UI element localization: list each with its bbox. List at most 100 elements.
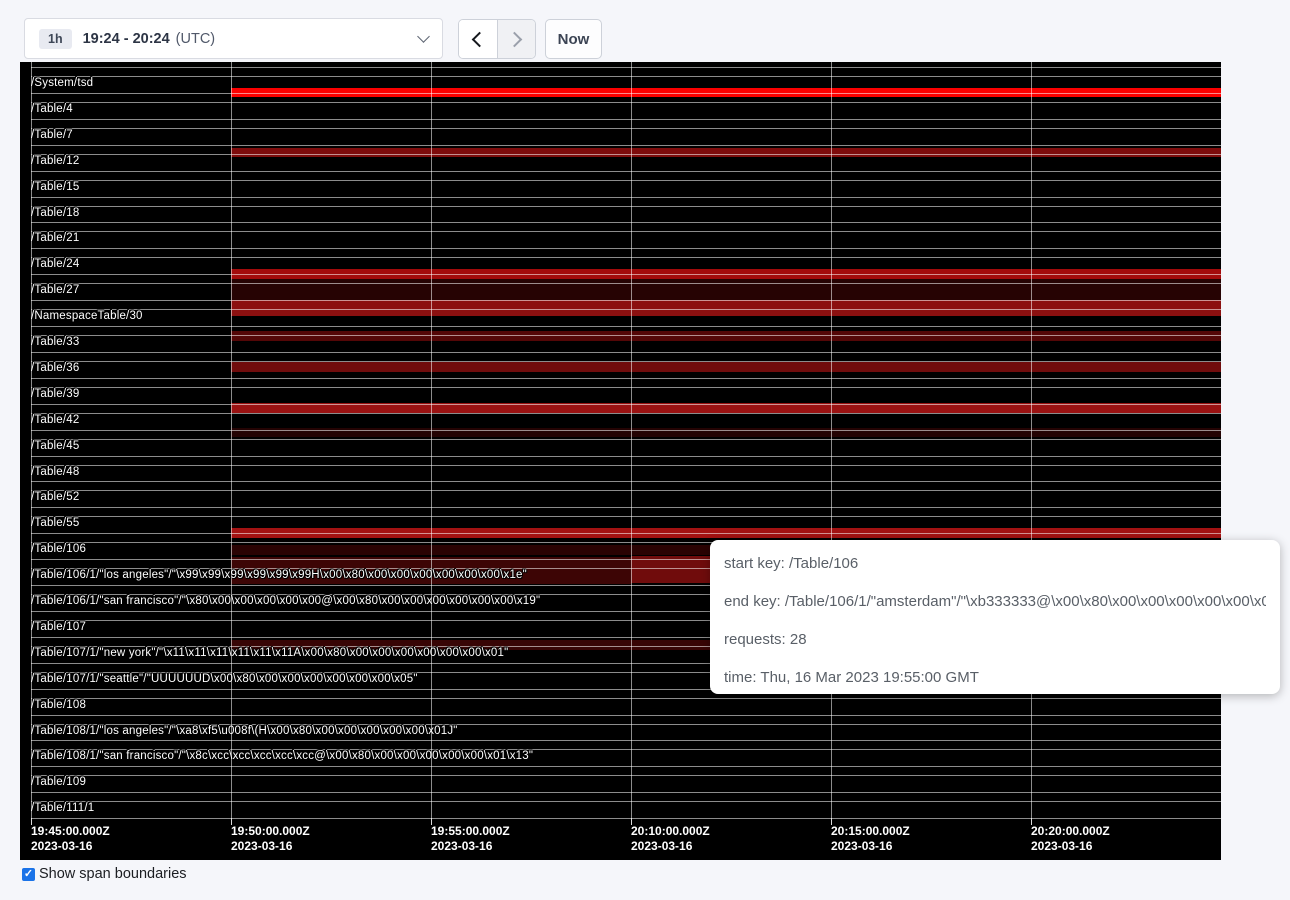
row-label: /Table/55	[31, 517, 79, 529]
span-boundary-line	[31, 361, 1221, 362]
span-boundary-line	[31, 439, 1221, 440]
chevron-down-icon	[417, 30, 430, 43]
span-boundary-line	[31, 283, 1221, 284]
range-text: 19:24 - 20:24	[83, 31, 170, 47]
span-boundary-line	[31, 378, 1221, 379]
span-boundary-line	[31, 171, 1221, 172]
span-boundary-line	[31, 300, 1221, 301]
axis-time: 19:45:00.000Z	[31, 824, 110, 839]
span-boundary-line	[31, 248, 1221, 249]
span-boundary-line	[31, 257, 1221, 258]
range-duration-badge: 1h	[39, 29, 72, 49]
heat-band[interactable]	[231, 279, 1221, 300]
row-label: /Table/36	[31, 362, 79, 374]
axis-time: 19:55:00.000Z	[431, 824, 510, 839]
prev-time-button[interactable]	[459, 20, 498, 58]
chevron-left-icon	[472, 31, 488, 47]
chevron-right-icon	[506, 31, 522, 47]
axis-time: 20:10:00.000Z	[631, 824, 710, 839]
column-boundary-line	[631, 62, 632, 818]
row-label: /Table/24	[31, 258, 79, 270]
row-label: /Table/108	[31, 699, 86, 711]
axis-date: 2023-03-16	[1031, 839, 1110, 854]
cell-tooltip: start key: /Table/106 end key: /Table/10…	[710, 540, 1280, 694]
heat-band[interactable]	[231, 300, 1221, 316]
axis-date: 2023-03-16	[831, 839, 910, 854]
span-boundary-line	[31, 533, 1221, 534]
tooltip-requests: requests: 28	[724, 629, 1266, 651]
span-boundary-line	[31, 93, 1221, 94]
range-timezone: (UTC)	[176, 31, 215, 47]
span-boundary-line	[31, 128, 1221, 129]
span-boundary-line	[31, 490, 1221, 491]
show-span-boundaries-checkbox[interactable]: ✓	[22, 868, 35, 881]
span-boundary-line	[31, 715, 1221, 716]
span-boundary-line	[31, 206, 1221, 207]
span-boundary-line	[31, 145, 1221, 146]
row-label: /Table/48	[31, 466, 79, 478]
row-label: /Table/39	[31, 388, 79, 400]
span-boundary-line	[31, 387, 1221, 388]
span-boundary-line	[31, 180, 1221, 181]
row-label: /Table/45	[31, 440, 79, 452]
span-boundary-line	[31, 274, 1221, 275]
span-boundary-line	[31, 76, 1221, 77]
next-time-button[interactable]	[498, 20, 536, 58]
span-boundary-line	[31, 456, 1221, 457]
axis-time-label: 19:50:00.000Z2023-03-16	[231, 824, 310, 854]
span-boundary-line	[31, 197, 1221, 198]
axis-date: 2023-03-16	[31, 839, 110, 854]
axis-time: 19:50:00.000Z	[231, 824, 310, 839]
row-label: /Table/33	[31, 336, 79, 348]
row-label: /Table/106	[31, 543, 86, 555]
row-label: /Table/106/1/"los angeles"/"\x99\x99\x99…	[31, 569, 527, 581]
checkmark-icon: ✓	[24, 868, 33, 881]
row-label: /Table/12	[31, 155, 79, 167]
span-boundary-line	[31, 335, 1221, 336]
row-label: /Table/21	[31, 232, 79, 244]
axis-date: 2023-03-16	[431, 839, 510, 854]
column-boundary-line	[1031, 62, 1032, 818]
span-boundary-line	[31, 102, 1221, 103]
row-label: /System/tsd	[31, 77, 93, 89]
time-range-selector[interactable]: 1h 19:24 - 20:24 (UTC)	[24, 18, 443, 59]
row-label: /NamespaceTable/30	[31, 310, 143, 322]
heatmap[interactable]: /System/tsd/Table/4/Table/7/Table/12/Tab…	[20, 62, 1221, 860]
axis-time: 20:20:00.000Z	[1031, 824, 1110, 839]
column-boundary-line	[831, 62, 832, 818]
row-label: /Table/107	[31, 621, 86, 633]
row-label: /Table/107/1/"seattle"/"UUUUUUD\x00\x80\…	[31, 673, 418, 685]
axis-time-label: 19:55:00.000Z2023-03-16	[431, 824, 510, 854]
heat-band[interactable]	[231, 362, 1221, 372]
row-label: /Table/109	[31, 776, 86, 788]
span-boundary-line	[31, 231, 1221, 232]
axis-time-label: 20:15:00.000Z2023-03-16	[831, 824, 910, 854]
span-boundary-line	[31, 740, 1221, 741]
row-label: /Table/108/1/"los angeles"/"\xa8\xf5\u00…	[31, 725, 458, 737]
row-label: /Table/111/1	[31, 802, 94, 814]
tooltip-time: time: Thu, 16 Mar 2023 19:55:00 GMT	[724, 667, 1266, 689]
row-label: /Table/52	[31, 491, 79, 503]
column-boundary-line	[431, 62, 432, 818]
axis-time-label: 19:45:00.000Z2023-03-16	[31, 824, 110, 854]
footer: ✓ Show span boundaries	[22, 866, 187, 882]
heat-band[interactable]	[231, 331, 1221, 341]
span-boundary-line	[31, 352, 1221, 353]
span-boundary-line	[31, 404, 1221, 405]
span-boundary-line	[31, 465, 1221, 466]
now-button[interactable]: Now	[545, 19, 602, 59]
span-boundary-line	[31, 698, 1221, 699]
span-boundary-line	[31, 222, 1221, 223]
span-boundary-line	[31, 792, 1221, 793]
span-boundary-line	[31, 766, 1221, 767]
span-boundary-line	[31, 430, 1221, 431]
span-boundary-line	[31, 67, 1221, 68]
heat-band[interactable]	[231, 148, 1221, 157]
axis-time-label: 20:20:00.000Z2023-03-16	[1031, 824, 1110, 854]
span-boundary-line	[31, 326, 1221, 327]
span-boundary-line	[31, 801, 1221, 802]
time-nav-group	[458, 19, 536, 59]
span-boundary-line	[31, 309, 1221, 310]
column-boundary-line	[231, 62, 232, 818]
toolbar: 1h 19:24 - 20:24 (UTC) Now	[0, 0, 1290, 62]
